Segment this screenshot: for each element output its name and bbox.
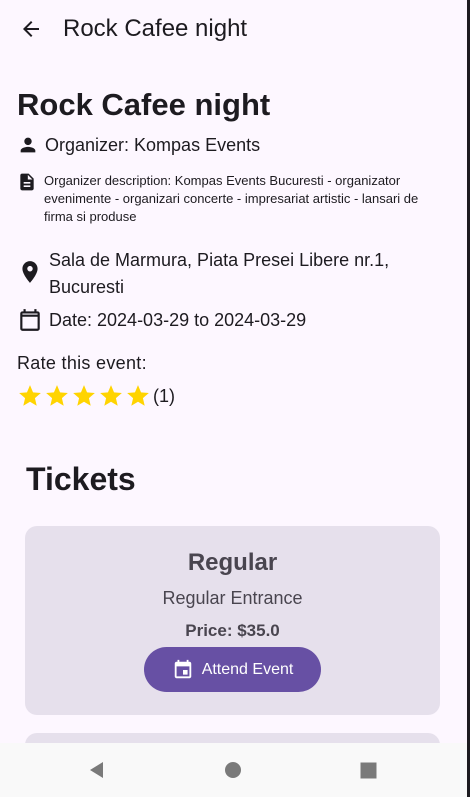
ticket-price: Price: $35.0 [185, 621, 280, 640]
attend-event-button[interactable]: Attend Event [144, 647, 321, 692]
app-bar-title: Rock Cafee night [63, 15, 248, 42]
organizer-description-row: Organizer description: Kompas Events Buc… [17, 172, 447, 226]
rate-label: Rate this event: [17, 353, 147, 373]
ticket-name: Regular [187, 549, 278, 576]
event-details-screen: Rock Cafee night Rock Cafee night Organi… [0, 0, 470, 797]
location-pin-icon [17, 259, 43, 285]
calendar-icon [17, 307, 43, 333]
tickets-heading: Tickets [26, 461, 136, 497]
star-icon[interactable] [44, 383, 70, 409]
arrow-back-icon [23, 21, 39, 37]
star-rating: (1) [17, 383, 175, 409]
rating-count: (1) [153, 386, 175, 406]
date-row: Date: 2024-03-29 to 2024-03-29 [17, 307, 306, 334]
nav-home-icon [225, 762, 241, 778]
star-icon[interactable] [71, 383, 97, 409]
organizer-name: Organizer: Kompas Events [45, 135, 261, 155]
system-navigation-bar [0, 743, 467, 797]
person-icon [17, 134, 39, 156]
nav-recents-button[interactable] [338, 743, 398, 797]
event-date: Date: 2024-03-29 to 2024-03-29 [49, 310, 307, 330]
star-icon[interactable] [17, 383, 43, 409]
back-button[interactable] [16, 14, 46, 44]
organizer-row: Organizer: Kompas Events [17, 134, 260, 156]
document-icon [17, 172, 37, 192]
star-icon[interactable] [125, 383, 151, 409]
ticket-card: Regular Regular Entrance Price: $35.0 At… [25, 526, 440, 715]
event-icon [172, 659, 194, 681]
nav-back-icon [90, 762, 103, 778]
nav-home-button[interactable] [203, 743, 263, 797]
nav-recents-icon [360, 762, 376, 778]
star-icon[interactable] [98, 383, 124, 409]
location-row: Sala de Marmura, Piata Presei Libere nr.… [17, 247, 447, 301]
ticket-description: Regular Entrance [162, 588, 303, 608]
organizer-description: Organizer description: Kompas Events Buc… [44, 173, 419, 224]
event-location: Sala de Marmura, Piata Presei Libere nr.… [49, 250, 390, 297]
event-title: Rock Cafee night [17, 87, 271, 122]
top-app-bar: Rock Cafee night [0, 0, 467, 58]
attend-event-label: Attend Event [201, 660, 294, 678]
nav-back-button[interactable] [66, 743, 126, 797]
